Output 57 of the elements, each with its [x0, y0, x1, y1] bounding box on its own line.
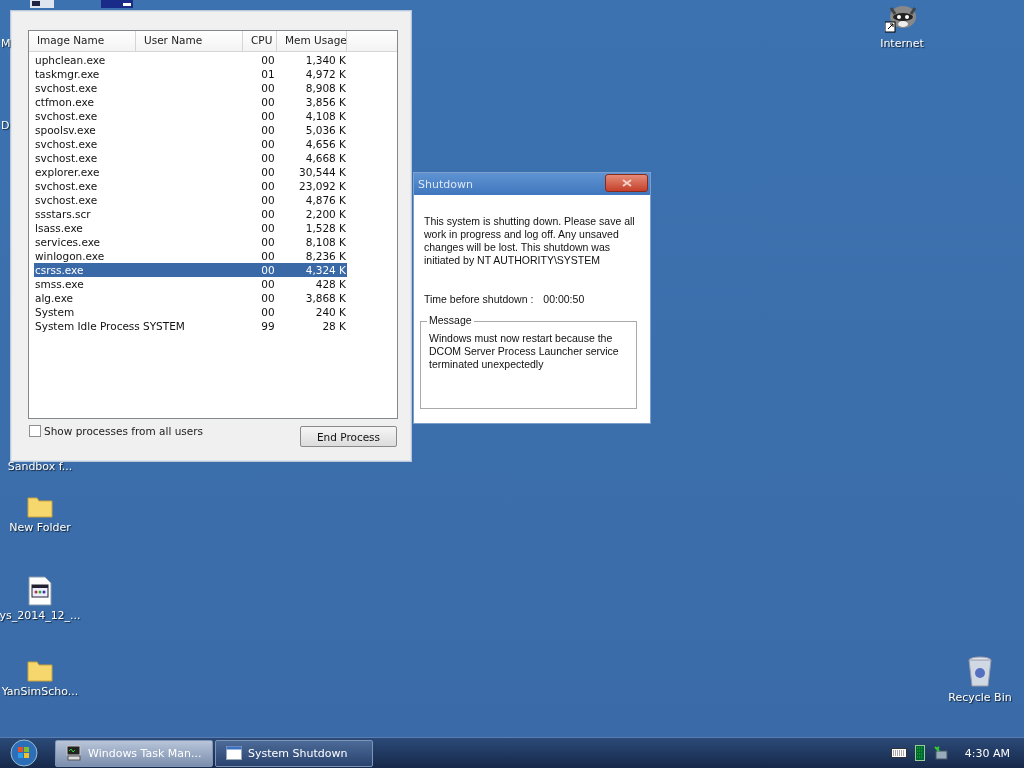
process-row[interactable]: explorer.exe 00 30,544 K [34, 165, 347, 179]
network-icon[interactable] [932, 745, 949, 761]
group-legend: Message [427, 314, 474, 326]
recycle-bin-icon [967, 656, 993, 688]
process-row[interactable]: spoolsv.exe 00 5,036 K [34, 123, 347, 137]
computer-icon [66, 745, 82, 761]
process-row[interactable]: svchost.exe 00 8,908 K [34, 81, 347, 95]
column-header[interactable]: Image Name [29, 31, 136, 51]
process-row[interactable]: System Idle Process SYSTEM 99 28 K [34, 319, 347, 333]
document-icon [28, 576, 52, 606]
checkbox-label: Show processes from all users [44, 425, 204, 437]
checkbox[interactable] [29, 425, 41, 437]
process-row[interactable]: lsass.exe 00 1,528 K [34, 221, 347, 235]
taskbar-button[interactable]: System Shutdown [215, 739, 373, 767]
process-row[interactable]: winlogon.exe 00 8,236 K [34, 249, 347, 263]
close-icon [621, 179, 632, 187]
desktop-icon-label[interactable]: New Folder [9, 521, 71, 534]
desktop-icon-label[interactable]: Sandbox f... [7, 460, 73, 473]
close-button[interactable] [605, 174, 648, 192]
monitor-meter-icon[interactable] [914, 745, 925, 761]
window-icon [101, 0, 133, 8]
folder-icon [27, 658, 53, 682]
window-icon [30, 0, 54, 8]
desktop-icon-label[interactable]: YanSimScho... [1, 685, 79, 698]
keyboard-icon[interactable] [890, 748, 907, 758]
desktop-icon-label[interactable]: ys_2014_12_... [0, 609, 81, 622]
start-button[interactable] [10, 739, 38, 767]
process-row[interactable]: svchost.exe 00 4,668 K [34, 151, 347, 165]
time-label: Time before shutdown : [424, 293, 534, 305]
countdown: 00:00:50 [543, 293, 585, 305]
process-row[interactable]: System 00 240 K [34, 305, 347, 319]
folder-icon [27, 494, 53, 518]
process-row[interactable]: alg.exe 00 3,868 K [34, 291, 347, 305]
column-header[interactable]: User Name [136, 31, 243, 51]
process-row[interactable]: ssstars.scr 00 2,200 K [34, 207, 347, 221]
clock[interactable]: 4:30 AM [964, 746, 1010, 760]
desktop-icon-label[interactable]: D [1, 119, 10, 132]
window-icon [226, 746, 242, 760]
process-row[interactable]: svchost.exe 00 4,876 K [34, 193, 347, 207]
column-header[interactable]: CPU [243, 31, 277, 51]
process-row[interactable]: ctfmon.exe 00 3,856 K [34, 95, 347, 109]
process-row[interactable]: svchost.exe 00 4,108 K [34, 109, 347, 123]
process-row[interactable]: csrss.exe 00 4,324 K [34, 263, 347, 277]
desktop-icon-label[interactable]: Recycle Bin [948, 691, 1012, 704]
process-row[interactable]: services.exe 00 8,108 K [34, 235, 347, 249]
window-title: Shutdown [418, 177, 473, 191]
process-row[interactable]: uphclean.exe 00 1,340 K [34, 53, 347, 67]
process-row[interactable]: smss.exe 00 428 K [34, 277, 347, 291]
reason-message: Windows must now restart because the DCOM Server Process Launcher service terminated unexpectedly [429, 332, 620, 371]
process-row[interactable]: taskmgr.exe 01 4,972 K [34, 67, 347, 81]
process-row[interactable]: svchost.exe 00 4,656 K [34, 137, 347, 151]
process-row[interactable]: svchost.exe 00 23,092 K [34, 179, 347, 193]
desktop-icon-label[interactable]: M [1, 37, 11, 50]
column-header[interactable]: Mem Usage [277, 31, 347, 51]
end-process-button[interactable]: End Process [300, 426, 397, 447]
desktop-icon-label[interactable]: Internet [880, 37, 924, 50]
shutdown-message: This system is shutting down. Please save all work in progress and log off. Any unsaved changes will be lost. This shutdown was initiated by NT AUTHORITY\SYSTEM [424, 215, 636, 267]
